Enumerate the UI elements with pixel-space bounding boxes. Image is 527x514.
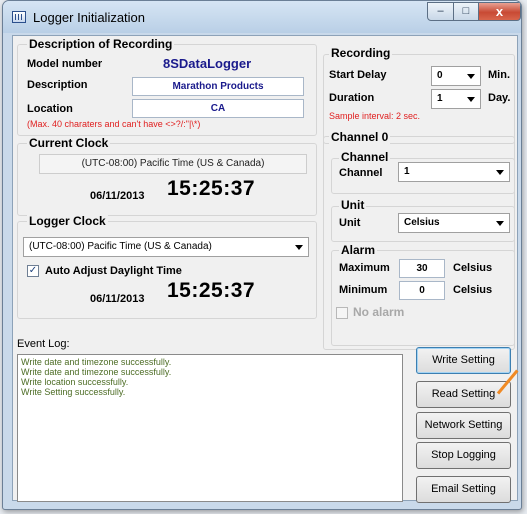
- log-line: Write location successfully.: [21, 377, 129, 387]
- title-bar[interactable]: Logger Initialization – □ x: [3, 1, 521, 33]
- maximum-unit: Celsius: [453, 262, 493, 274]
- maximum-field[interactable]: 30: [399, 259, 445, 278]
- maximum-label: Maximum: [339, 262, 390, 274]
- duration-value: 1: [437, 93, 443, 104]
- logger-time: 15:25:37: [167, 279, 256, 302]
- minimize-button[interactable]: –: [427, 2, 454, 21]
- channel-select[interactable]: 1: [398, 162, 510, 182]
- logger-date: 06/11/2013: [90, 293, 145, 305]
- current-date: 06/11/2013: [90, 190, 145, 202]
- chevron-down-icon: [467, 74, 475, 79]
- duration-label: Duration: [329, 92, 375, 104]
- description-label: Description: [27, 79, 88, 91]
- model-number-label: Model number: [27, 58, 103, 70]
- write-setting-button[interactable]: Write Setting: [416, 347, 511, 374]
- email-setting-button[interactable]: Email Setting: [416, 476, 511, 503]
- app-icon: [12, 11, 26, 23]
- start-delay-unit: Min.: [488, 69, 510, 81]
- event-log-area[interactable]: Write date and timezone successfully. Wr…: [17, 354, 403, 502]
- chevron-down-icon: [295, 245, 303, 250]
- stop-logging-button[interactable]: Stop Logging: [416, 442, 511, 469]
- description-warning: (Max. 40 charaters and can't have <>?/:"…: [27, 119, 201, 129]
- unit-select[interactable]: Celsius: [398, 213, 510, 233]
- start-delay-label: Start Delay: [329, 69, 387, 81]
- duration-select[interactable]: 1: [431, 89, 481, 109]
- recording-title: Recording: [329, 46, 393, 60]
- current-timezone-display: (UTC-08:00) Pacific Time (US & Canada): [39, 154, 307, 174]
- window-title: Logger Initialization: [33, 10, 146, 25]
- location-label: Location: [27, 103, 73, 115]
- start-delay-value: 0: [437, 70, 443, 81]
- no-alarm-label: No alarm: [353, 305, 405, 319]
- channel-subgroup-title: Channel: [339, 150, 391, 164]
- current-time: 15:25:37: [167, 177, 256, 200]
- network-setting-button[interactable]: Network Setting: [416, 412, 511, 439]
- logger-clock-title: Logger Clock: [27, 214, 108, 228]
- chevron-down-icon: [496, 221, 504, 226]
- minimum-field[interactable]: 0: [399, 281, 445, 300]
- log-line: Write Setting successfully.: [21, 387, 126, 397]
- unit-label: Unit: [339, 217, 361, 229]
- channel-label: Channel: [339, 167, 383, 179]
- logger-timezone-value: (UTC-08:00) Pacific Time (US & Canada): [29, 241, 212, 252]
- minimum-unit: Celsius: [453, 284, 493, 296]
- log-line: Write date and timezone successfully.: [21, 367, 172, 377]
- logger-initialization-window: Logger Initialization – □ x Description …: [2, 0, 522, 510]
- sample-interval: Sample interval: 2 sec.: [329, 111, 421, 121]
- model-number-value: 8SDataLogger: [163, 56, 252, 71]
- client-area: Description of Recording Model number 8S…: [12, 35, 518, 503]
- unit-value: Celsius: [404, 217, 440, 228]
- channel-0-title: Channel 0: [329, 130, 391, 144]
- description-field[interactable]: Marathon Products: [132, 77, 304, 96]
- read-setting-button[interactable]: Read Setting: [416, 381, 511, 408]
- maximize-button[interactable]: □: [453, 2, 479, 21]
- auto-adjust-checkbox[interactable]: ✓: [27, 265, 39, 277]
- start-delay-select[interactable]: 0: [431, 66, 481, 86]
- close-button[interactable]: x: [478, 2, 521, 21]
- no-alarm-checkbox[interactable]: [336, 307, 348, 319]
- chevron-down-icon: [496, 170, 504, 175]
- duration-unit: Day.: [488, 92, 511, 104]
- description-group-title: Description of Recording: [27, 37, 175, 51]
- auto-adjust-label: Auto Adjust Daylight Time: [45, 265, 182, 277]
- chevron-down-icon: [467, 97, 475, 102]
- log-line: Write date and timezone successfully.: [21, 357, 172, 367]
- event-log-label: Event Log:: [17, 338, 70, 350]
- location-field[interactable]: CA: [132, 99, 304, 118]
- minimum-label: Minimum: [339, 284, 388, 296]
- logger-timezone-select[interactable]: (UTC-08:00) Pacific Time (US & Canada): [23, 237, 309, 257]
- channel-value: 1: [404, 166, 410, 177]
- alarm-subgroup-title: Alarm: [339, 243, 378, 257]
- current-clock-title: Current Clock: [27, 136, 111, 150]
- unit-subgroup-title: Unit: [339, 198, 367, 212]
